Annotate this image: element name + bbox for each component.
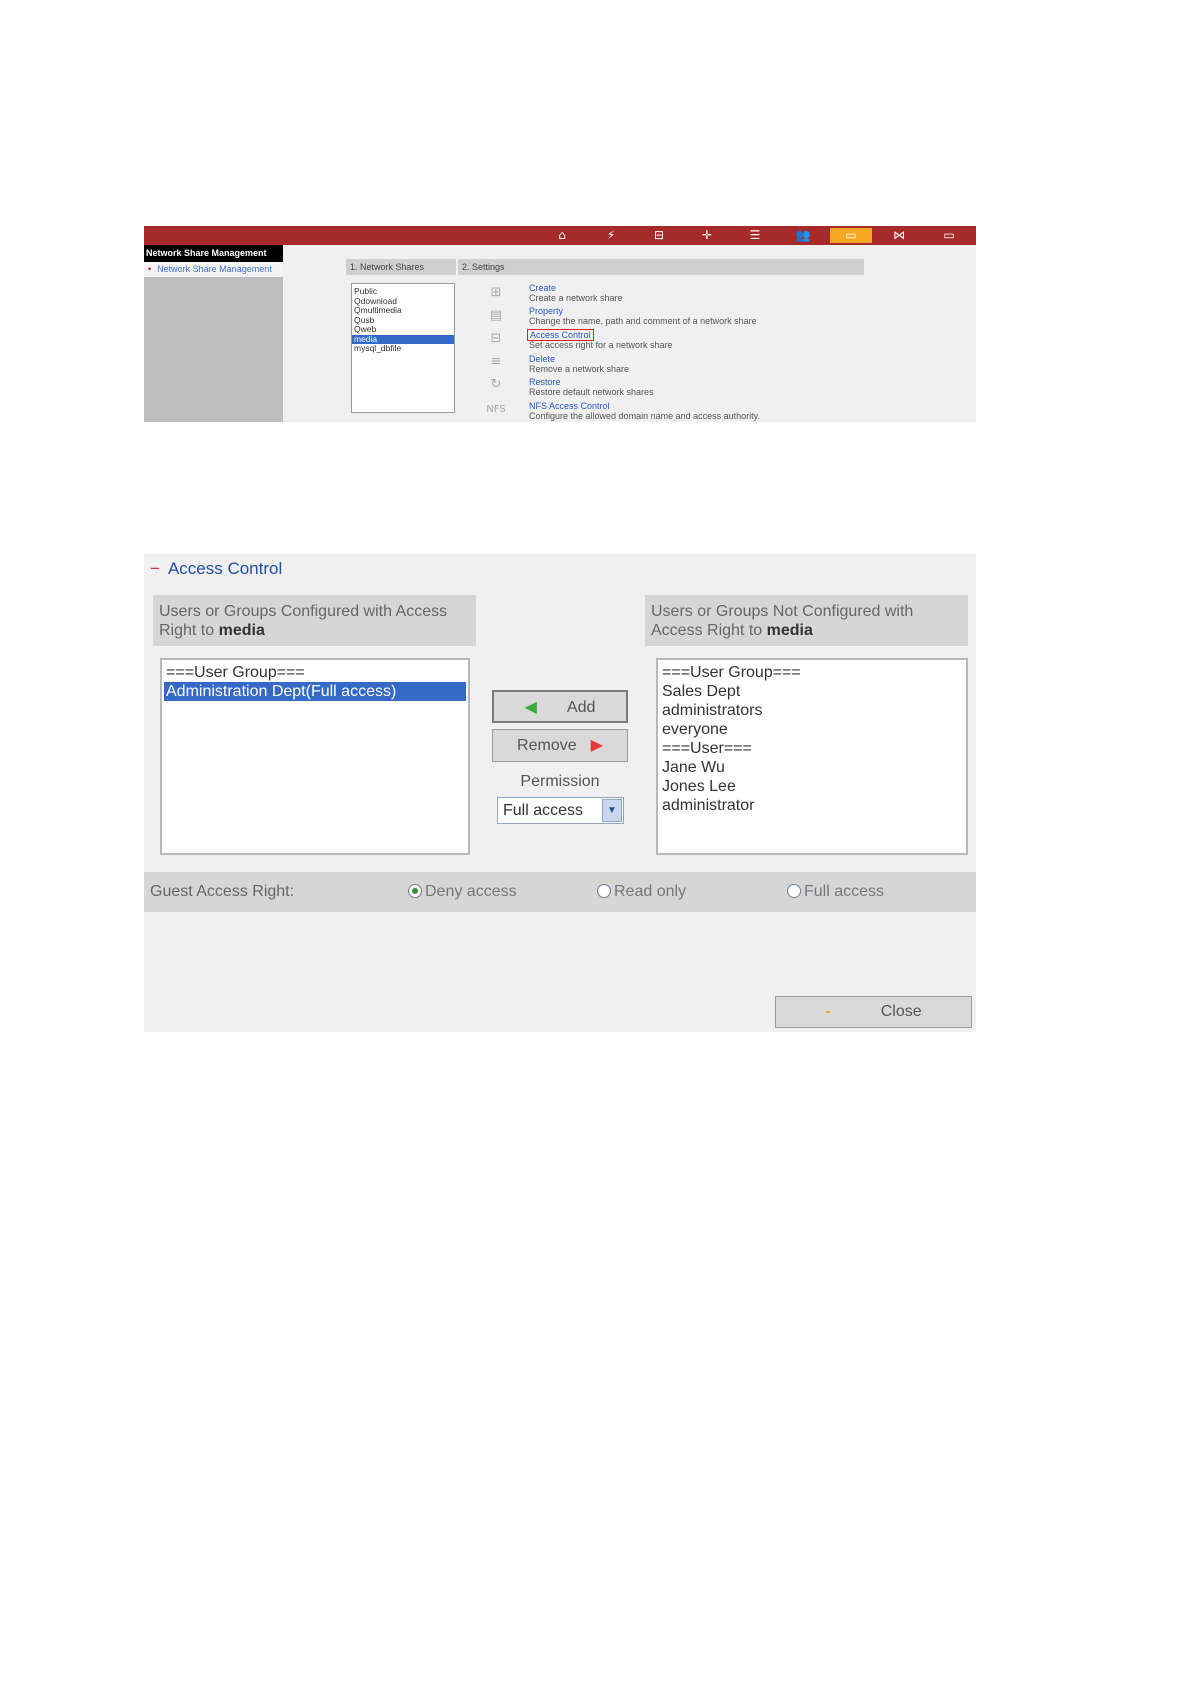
delete-icon: ≡ — [490, 354, 502, 369]
configured-header-text: Users or Groups Configured with Access R… — [159, 603, 448, 639]
nfs-access-control-description: Configure the allowed domain name and ac… — [529, 411, 760, 421]
permission-select[interactable]: Full access ▼ — [497, 797, 624, 824]
network-icon[interactable]: ⚡ — [596, 228, 626, 243]
share-icon[interactable]: ⋈ — [884, 228, 914, 243]
guest-access-label: Guest Access Right: — [150, 883, 295, 900]
tab-network-shares: 1. Network Shares — [346, 259, 456, 275]
access-control-description: Set access right for a network share — [529, 340, 673, 350]
nfs-icon: NFS — [486, 404, 506, 415]
guest-radio-read-only[interactable]: Read only — [597, 883, 686, 901]
create-link[interactable]: Create — [529, 283, 556, 293]
configured-header-share: media — [218, 622, 265, 639]
delete-link[interactable]: Delete — [529, 354, 555, 364]
property-description: Change the name, path and comment of a n… — [529, 316, 757, 326]
guest-access-row: Guest Access Right: Deny access Read onl… — [144, 872, 976, 912]
sidebar-title: Network Share Management — [144, 245, 283, 262]
radio-unchecked-icon[interactable] — [597, 884, 611, 898]
list-item-selected[interactable]: Administration Dept(Full access) — [164, 682, 466, 701]
permission-label: Permission — [520, 773, 600, 790]
remove-button[interactable]: Remove ▶ — [492, 729, 628, 762]
restore-icon: ↻ — [490, 377, 502, 392]
add-button[interactable]: ◀ Add — [492, 690, 628, 723]
close-button[interactable]: - Close — [775, 996, 972, 1028]
configured-list-header: Users or Groups Configured with Access R… — [153, 595, 476, 646]
guest-radio-deny[interactable]: Deny access — [408, 883, 517, 901]
property-icon: ▤ — [489, 308, 503, 323]
radio-checked-icon[interactable] — [408, 884, 422, 898]
arrow-right-icon: ▶ — [590, 737, 603, 754]
radio-label: Deny access — [425, 883, 517, 900]
configured-listbox[interactable]: ===User Group=== Administration Dept(Ful… — [160, 658, 470, 855]
create-share-icon: ⊞ — [490, 285, 502, 300]
plus-icon[interactable]: ✛ — [692, 228, 722, 243]
list-item[interactable]: Sales Dept — [660, 682, 964, 701]
list-item[interactable]: administrators — [660, 701, 964, 720]
restore-link[interactable]: Restore — [529, 377, 561, 387]
chevron-down-icon[interactable]: ▼ — [602, 799, 622, 822]
top-nav-bar: ⌂ ⚡ ⊟ ✛ ☰ 👥 ▭ ⋈ ▭ — [144, 226, 976, 245]
list-item[interactable]: ===User=== — [660, 739, 964, 758]
collapse-icon[interactable]: − — [150, 559, 160, 578]
close-button-label: Close — [880, 1003, 922, 1020]
device-icon[interactable]: ⊟ — [644, 228, 674, 243]
list-item[interactable]: administrator — [660, 796, 964, 815]
panel-title[interactable]: − Access Control — [150, 559, 282, 579]
arrow-left-icon: ◀ — [524, 699, 537, 716]
delete-description: Remove a network share — [529, 364, 630, 374]
lock-icon: ⊟ — [490, 331, 502, 346]
radio-label: Full access — [804, 883, 885, 900]
permission-select-value: Full access — [503, 802, 584, 819]
not-configured-listbox[interactable]: ===User Group=== Sales Dept administrato… — [656, 658, 968, 855]
list-item[interactable]: ===User Group=== — [164, 663, 466, 682]
folder-icon[interactable]: ▭ — [830, 228, 872, 243]
not-configured-header-share: media — [766, 622, 813, 639]
bullet-icon: • — [148, 264, 152, 274]
storage-icon[interactable]: ☰ — [740, 228, 770, 243]
apps-icon[interactable]: ▭ — [934, 228, 964, 243]
users-icon[interactable]: 👥 — [788, 228, 818, 243]
tab-settings: 2. Settings — [458, 259, 864, 275]
home-icon[interactable]: ⌂ — [549, 228, 575, 243]
list-item[interactable]: Jones Lee — [660, 777, 964, 796]
add-button-label: Add — [566, 699, 596, 716]
remove-button-label: Remove — [517, 737, 577, 754]
radio-unchecked-icon[interactable] — [787, 884, 801, 898]
create-description: Create a network share — [529, 293, 623, 303]
network-share-screen: ⌂ ⚡ ⊟ ✛ ☰ 👥 ▭ ⋈ ▭ Network Share Manageme… — [144, 226, 976, 422]
list-item[interactable]: everyone — [660, 720, 964, 739]
property-link[interactable]: Property — [529, 306, 563, 316]
radio-label: Read only — [614, 883, 687, 900]
close-dash-icon: - — [825, 1003, 831, 1020]
access-control-panel: − Access Control Users or Groups Configur… — [144, 554, 976, 1032]
list-item[interactable]: ===User Group=== — [660, 663, 964, 682]
sidebar-item-label: Network Share Management — [157, 264, 272, 274]
share-item[interactable]: mysql_dbfile — [352, 343, 454, 354]
panel-title-text: Access Control — [167, 559, 283, 578]
restore-description: Restore default network shares — [529, 387, 654, 397]
sidebar-item-network-share-management[interactable]: • Network Share Management — [144, 262, 283, 277]
not-configured-list-header: Users or Groups Not Configured with Acce… — [645, 595, 968, 646]
list-item[interactable]: Jane Wu — [660, 758, 964, 777]
sidebar: Network Share Management • Network Share … — [144, 245, 283, 422]
share-list[interactable]: Public Qdownload Qmultimedia Qusb Qweb m… — [351, 283, 455, 413]
nfs-access-control-link[interactable]: NFS Access Control — [529, 401, 610, 411]
guest-radio-full-access[interactable]: Full access — [787, 883, 884, 901]
